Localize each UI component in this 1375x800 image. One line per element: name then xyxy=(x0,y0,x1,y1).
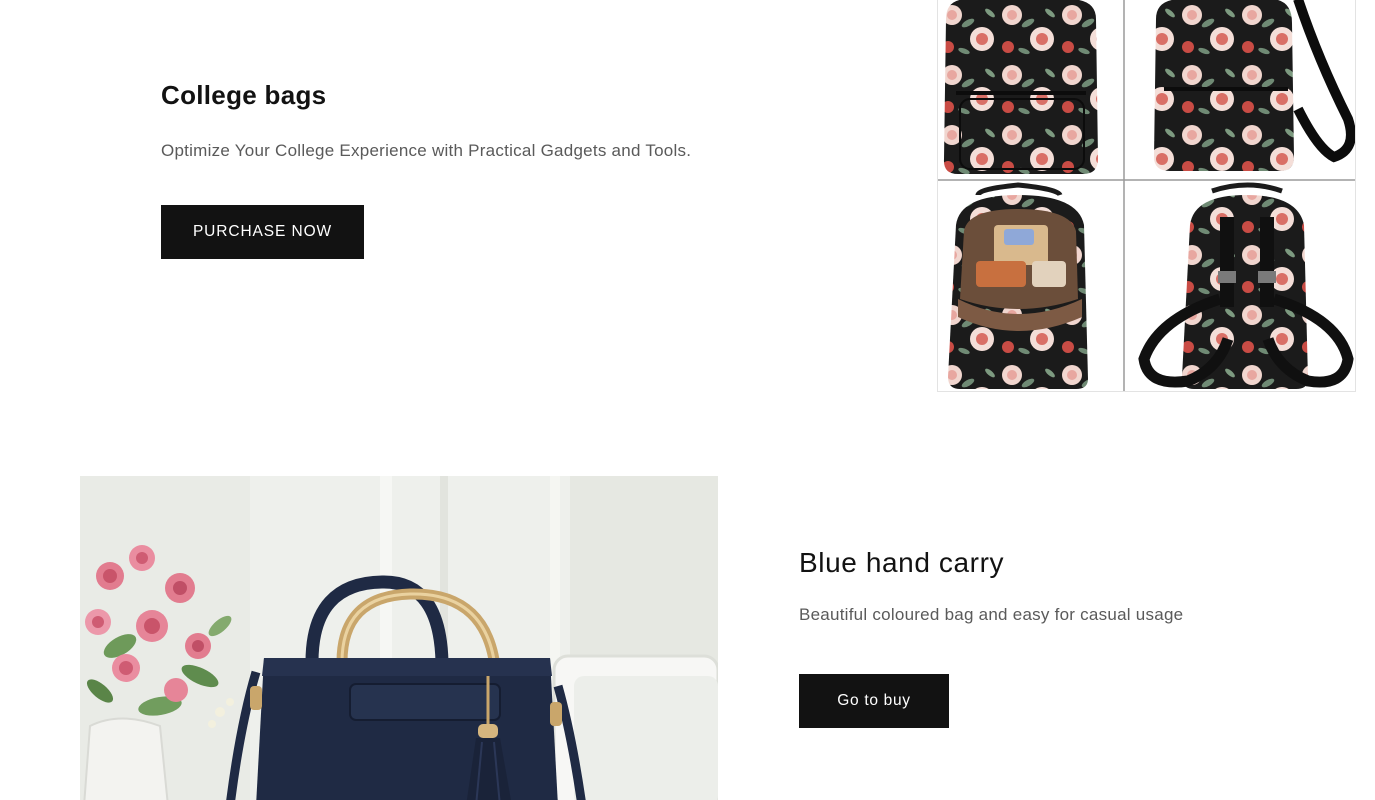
blue-hand-carry-image[interactable] xyxy=(80,476,718,800)
blue-hand-carry-text-block: Blue hand carry Beautiful coloured bag a… xyxy=(799,545,1319,627)
page: College bags Optimize Your College Exper… xyxy=(0,0,1375,800)
blue-hand-carry-description: Beautiful coloured bag and easy for casu… xyxy=(799,605,1184,624)
floral-backpack-grid xyxy=(938,0,1355,391)
go-to-buy-button[interactable]: Go to buy xyxy=(799,674,949,728)
navy-handbag-scene xyxy=(80,476,718,800)
blue-hand-carry-heading: Blue hand carry xyxy=(799,547,1005,578)
college-bags-image[interactable] xyxy=(937,0,1356,392)
college-bags-description: Optimize Your College Experience with Pr… xyxy=(161,141,692,160)
purchase-now-button[interactable]: PURCHASE NOW xyxy=(161,205,364,259)
college-bags-heading: College bags xyxy=(161,80,327,110)
college-bags-text-block: College bags Optimize Your College Exper… xyxy=(161,78,801,163)
